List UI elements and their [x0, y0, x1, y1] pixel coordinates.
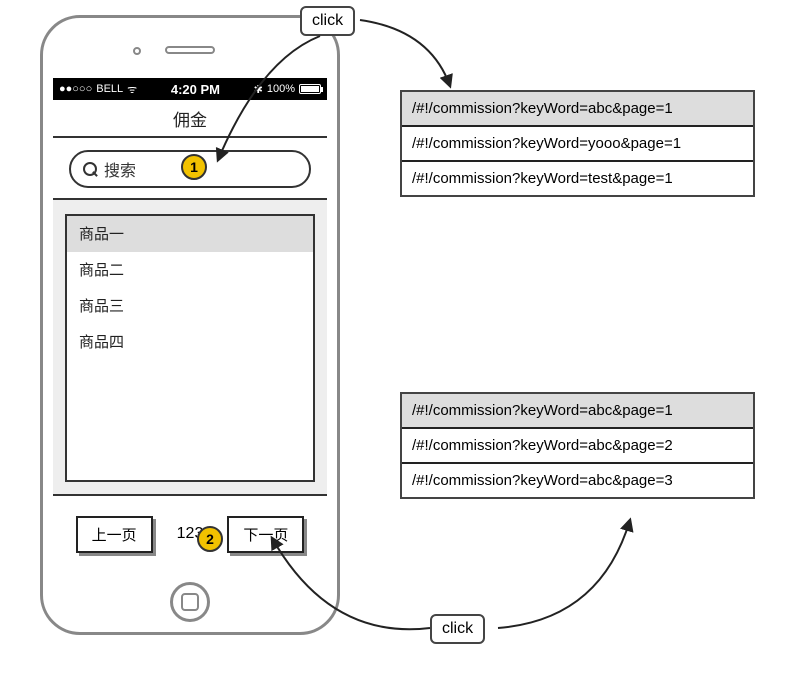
url-row: /#!/commission?keyWord=abc&page=2 — [402, 429, 753, 464]
battery-icon — [299, 84, 321, 94]
annotation-badge-2: 2 — [197, 526, 223, 552]
click-label-top: click — [300, 6, 355, 36]
prev-page-button[interactable]: 上一页 — [76, 516, 153, 553]
url-row: /#!/commission?keyWord=abc&page=1 — [402, 92, 753, 127]
search-icon — [83, 162, 98, 177]
bluetooth-icon: ✱ — [254, 83, 263, 96]
title-text: 佣金 — [173, 106, 207, 131]
click-label-bottom: click — [430, 614, 485, 644]
url-row: /#!/commission?keyWord=test&page=1 — [402, 162, 753, 195]
battery-pct: 100% — [267, 83, 295, 95]
page-title: 佣金 — [53, 100, 327, 138]
url-row: /#!/commission?keyWord=yooo&page=1 — [402, 127, 753, 162]
home-button[interactable] — [170, 582, 210, 622]
wifi-icon: ᯤ — [127, 82, 137, 97]
signal-dots-icon: ●●○○○ — [59, 83, 92, 95]
pager: 上一页 123 下一页 2 — [53, 494, 327, 572]
status-bar: ●●○○○ BELL ᯤ 4:20 PM ✱ 100% — [53, 78, 327, 100]
product-list: 商品一 商品二 商品三 商品四 — [65, 214, 315, 482]
phone-camera — [133, 47, 141, 55]
list-item[interactable]: 商品四 — [67, 324, 313, 360]
search-placeholder: 搜索 — [104, 157, 136, 181]
search-area: 搜索 1 — [53, 138, 327, 200]
url-callout-top: /#!/commission?keyWord=abc&page=1 /#!/co… — [400, 90, 755, 197]
url-callout-bottom: /#!/commission?keyWord=abc&page=1 /#!/co… — [400, 392, 755, 499]
carrier-label: BELL — [96, 83, 123, 95]
clock: 4:20 PM — [171, 82, 220, 97]
list-item[interactable]: 商品二 — [67, 252, 313, 288]
phone-speaker — [165, 46, 215, 54]
url-row: /#!/commission?keyWord=abc&page=1 — [402, 394, 753, 429]
list-item[interactable]: 商品一 — [67, 216, 313, 252]
phone-screen: ●●○○○ BELL ᯤ 4:20 PM ✱ 100% 佣金 搜索 1 商品一 … — [53, 78, 327, 572]
url-row: /#!/commission?keyWord=abc&page=3 — [402, 464, 753, 497]
next-page-button[interactable]: 下一页 — [227, 516, 304, 553]
list-item[interactable]: 商品三 — [67, 288, 313, 324]
annotation-badge-1: 1 — [181, 154, 207, 180]
phone-frame: ●●○○○ BELL ᯤ 4:20 PM ✱ 100% 佣金 搜索 1 商品一 … — [40, 15, 340, 635]
